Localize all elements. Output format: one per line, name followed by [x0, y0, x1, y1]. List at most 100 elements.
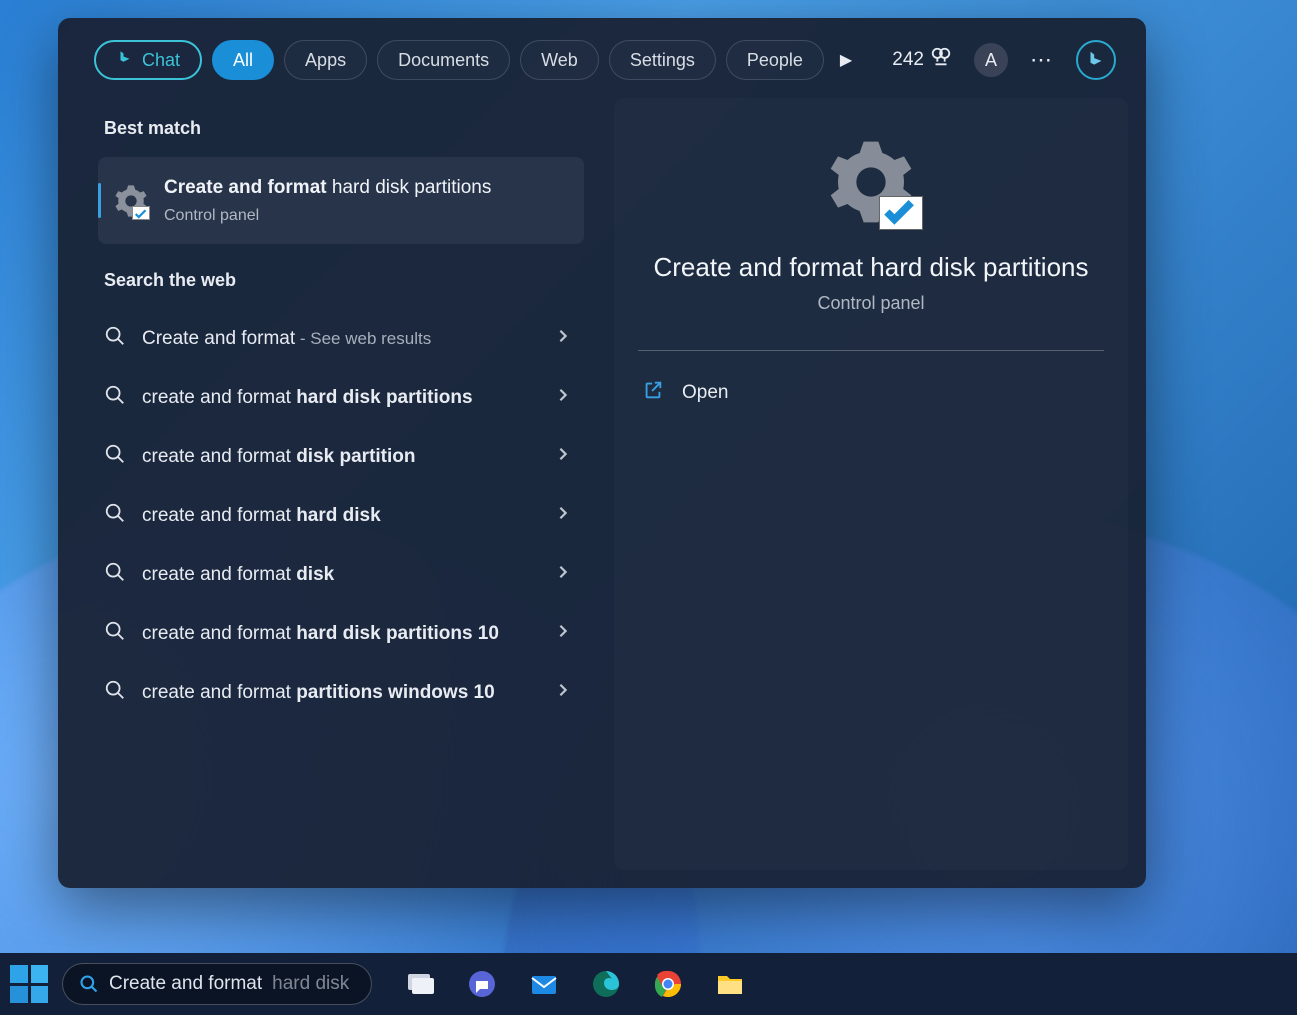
search-flyout: Chat All Apps Documents Web Settings Peo…	[58, 18, 1146, 888]
filter-label: All	[233, 50, 253, 71]
checkmark-icon	[879, 196, 923, 230]
start-button[interactable]	[10, 965, 48, 1003]
search-icon	[104, 443, 126, 470]
best-match-title-bold: Create and format	[164, 177, 327, 198]
taskbar-search-typed: Create and format	[109, 973, 262, 995]
web-result-item[interactable]: create and format hard disk	[98, 486, 584, 545]
filter-label: Documents	[398, 50, 489, 71]
web-results-list: Create and format - See web results crea…	[98, 309, 584, 722]
web-result-text: Create and format - See web results	[142, 326, 540, 352]
chevron-right-icon	[556, 329, 570, 348]
filter-label: People	[747, 50, 803, 71]
web-result-prefix: create and format	[142, 505, 296, 526]
search-topbar: Chat All Apps Documents Web Settings Peo…	[58, 18, 1146, 98]
open-label: Open	[682, 382, 728, 404]
filter-all[interactable]: All	[212, 40, 274, 80]
filter-label: Apps	[305, 50, 346, 71]
chevron-right-icon	[556, 388, 570, 407]
web-result-text: create and format hard disk partitions 1…	[142, 621, 540, 647]
web-result-item[interactable]: create and format partitions windows 10	[98, 663, 584, 722]
chrome-icon[interactable]	[650, 966, 686, 1002]
web-result-text: create and format hard disk partitions	[142, 385, 540, 411]
search-icon	[104, 502, 126, 529]
filter-documents[interactable]: Documents	[377, 40, 510, 80]
rewards-badge[interactable]: 242	[892, 46, 952, 74]
detail-title: Create and format hard disk partitions	[654, 252, 1089, 283]
chevron-right-icon	[556, 624, 570, 643]
gear-icon	[114, 184, 148, 218]
more-options-button[interactable]: ⋯	[1030, 47, 1054, 73]
best-match-text: Create and format hard disk partitions C…	[164, 175, 491, 226]
web-result-suffix: - See web results	[295, 329, 431, 348]
filter-label: Settings	[630, 50, 695, 71]
bing-icon	[116, 49, 134, 72]
edge-icon[interactable]	[588, 966, 624, 1002]
taskbar-search-box[interactable]: Create and format hard disk	[62, 963, 372, 1005]
best-match-subtitle: Control panel	[164, 205, 491, 227]
mail-icon[interactable]	[526, 966, 562, 1002]
chat-pill[interactable]: Chat	[94, 40, 202, 80]
profile-button[interactable]: A	[974, 43, 1008, 77]
web-result-prefix: Create and format	[142, 328, 295, 349]
taskbar: Create and format hard disk	[0, 953, 1297, 1015]
task-view-icon[interactable]	[402, 966, 438, 1002]
web-result-text: create and format hard disk	[142, 503, 540, 529]
reward-points: 242	[892, 49, 924, 71]
trophy-icon	[930, 46, 952, 74]
chevron-right-icon	[556, 447, 570, 466]
web-result-text: create and format partitions windows 10	[142, 680, 540, 706]
checkmark-icon	[132, 206, 150, 220]
detail-subtitle: Control panel	[817, 293, 924, 314]
gear-icon	[825, 138, 917, 226]
chat-icon[interactable]	[464, 966, 500, 1002]
web-result-item[interactable]: create and format hard disk partitions 1…	[98, 604, 584, 663]
filter-label: Web	[541, 50, 578, 71]
web-result-prefix: create and format	[142, 446, 296, 467]
search-web-heading: Search the web	[104, 270, 584, 291]
chevron-right-icon	[556, 506, 570, 525]
search-icon	[104, 384, 126, 411]
topbar-right: 242 A ⋯	[892, 40, 1116, 80]
web-result-prefix: create and format	[142, 682, 296, 703]
search-icon	[104, 561, 126, 588]
web-result-bold: hard disk	[296, 505, 380, 526]
open-icon	[642, 379, 664, 407]
web-result-text: create and format disk	[142, 562, 540, 588]
best-match-title-rest: hard disk partitions	[327, 177, 492, 198]
filter-overflow-icon[interactable]: ▶	[840, 50, 852, 70]
open-action[interactable]: Open	[638, 371, 732, 415]
chevron-right-icon	[556, 565, 570, 584]
filter-people[interactable]: People	[726, 40, 824, 80]
taskbar-pinned-apps	[402, 966, 748, 1002]
search-icon	[104, 325, 126, 352]
chat-label: Chat	[142, 50, 180, 71]
web-result-item[interactable]: create and format disk	[98, 545, 584, 604]
divider	[638, 350, 1104, 351]
web-result-bold: partitions windows 10	[296, 682, 494, 703]
web-result-item[interactable]: create and format hard disk partitions	[98, 368, 584, 427]
results-column: Best match Create and format hard disk p…	[76, 98, 596, 870]
web-result-bold: disk partition	[296, 446, 415, 467]
profile-initial: A	[985, 50, 997, 71]
web-result-bold: disk	[296, 564, 334, 585]
best-match-item[interactable]: Create and format hard disk partitions C…	[98, 157, 584, 244]
taskbar-search-ghost: hard disk	[272, 973, 349, 995]
search-icon	[104, 679, 126, 706]
search-icon	[104, 620, 126, 647]
bing-chat-button[interactable]	[1076, 40, 1116, 80]
web-result-text: create and format disk partition	[142, 444, 540, 470]
web-result-prefix: create and format	[142, 623, 296, 644]
web-result-item[interactable]: create and format disk partition	[98, 427, 584, 486]
filter-settings[interactable]: Settings	[609, 40, 716, 80]
web-result-bold: hard disk partitions 10	[296, 623, 499, 644]
file-explorer-icon[interactable]	[712, 966, 748, 1002]
search-body: Best match Create and format hard disk p…	[58, 98, 1146, 888]
best-match-title: Create and format hard disk partitions	[164, 175, 491, 201]
web-result-item[interactable]: Create and format - See web results	[98, 309, 584, 368]
web-result-bold: hard disk partitions	[296, 387, 472, 408]
web-result-prefix: create and format	[142, 564, 296, 585]
filter-web[interactable]: Web	[520, 40, 599, 80]
detail-panel: Create and format hard disk partitions C…	[614, 98, 1128, 870]
chevron-right-icon	[556, 683, 570, 702]
filter-apps[interactable]: Apps	[284, 40, 367, 80]
